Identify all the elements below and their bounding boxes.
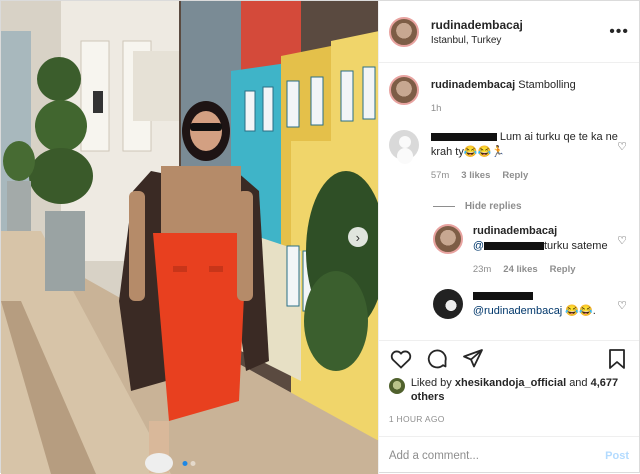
chevron-right-icon: › <box>355 229 360 245</box>
reply-button[interactable]: Reply <box>502 168 528 183</box>
next-image-button[interactable]: › <box>347 227 368 247</box>
heart-icon[interactable] <box>389 347 413 371</box>
redacted-username <box>430 133 497 142</box>
comments-list: rudinadembacaj Stambolling 1h Lum ai tur… <box>379 63 639 340</box>
reply: @rudinadembacaj 😂😂. ♡ <box>432 289 629 319</box>
reply-username[interactable]: rudinadembacaj <box>473 225 557 237</box>
liked-by: Liked by xhesikandoja_official and 4,677… <box>379 376 639 404</box>
comment-input[interactable] <box>388 449 589 462</box>
comment: Lum ai turku qe te ka ne krah ty😂😂🏃 57m … <box>388 130 629 183</box>
post-location[interactable]: Istanbul, Turkey <box>431 35 609 46</box>
caption-username[interactable]: rudinadembacaj <box>431 79 515 91</box>
action-bar <box>378 340 639 376</box>
avatar[interactable] <box>432 289 463 319</box>
post-header: rudinadembacaj Istanbul, Turkey ••• <box>378 1 639 63</box>
reply-meta: 23m 24 likes Reply <box>473 262 629 277</box>
comment-meta: 57m 3 likes Reply <box>431 168 629 183</box>
reply-body: @rudinadembacaj 😂😂. <box>472 289 629 319</box>
share-icon[interactable] <box>461 347 485 371</box>
reply: rudinadembacaj @ turku sateme 23m 24 like… <box>432 224 629 277</box>
reply-text: turku sateme <box>543 240 608 252</box>
post-author-meta: rudinadembacaj Istanbul, Turkey <box>431 18 609 46</box>
post-side-panel: rudinadembacaj Istanbul, Turkey ••• rudi… <box>377 1 639 474</box>
add-comment-bar: Post <box>378 436 639 474</box>
comment-icon[interactable] <box>425 347 449 371</box>
post-button[interactable]: Post <box>605 450 629 462</box>
caption-text: Stambolling <box>518 79 576 91</box>
post-dialog: › rudinadembacaj Istanbul, Turkey ••• ru… <box>0 0 640 474</box>
hide-replies-button[interactable]: Hide replies <box>432 201 629 212</box>
liked-by-text: Liked by xhesikandoja_official and 4,677… <box>411 376 629 404</box>
heart-icon[interactable]: ♡ <box>617 299 627 312</box>
post-photo[interactable]: › <box>1 1 378 474</box>
reply-mention[interactable]: @rudinadembacaj <box>473 305 562 317</box>
liked-by-and: and <box>569 377 588 389</box>
liked-by-prefix: Liked by <box>410 377 452 389</box>
post-time[interactable]: 1 HOUR AGO <box>379 404 639 436</box>
comment-likes[interactable]: 3 likes <box>461 168 490 183</box>
bookmark-icon[interactable] <box>605 347 629 371</box>
reply-likes[interactable]: 24 likes <box>503 262 537 277</box>
comment-time: 57m <box>430 170 450 181</box>
avatar[interactable] <box>388 16 419 47</box>
author-username[interactable]: rudinadembacaj <box>431 18 609 32</box>
reply-body: rudinadembacaj @ turku sateme 23m 24 like… <box>473 224 629 277</box>
caption-meta: 1h <box>431 101 629 116</box>
caption: rudinadembacaj Stambolling 1h <box>388 75 629 116</box>
caption-time: 1h <box>430 103 442 114</box>
avatar[interactable] <box>388 378 405 394</box>
avatar[interactable] <box>432 224 463 254</box>
photo-illustration <box>1 1 378 474</box>
hide-replies-label: Hide replies <box>464 201 522 212</box>
reply-text: 😂😂. <box>565 305 596 317</box>
redacted-username <box>472 292 533 301</box>
reply-mention[interactable]: @ <box>473 240 484 252</box>
heart-icon[interactable]: ♡ <box>617 140 627 153</box>
divider <box>432 206 455 207</box>
reply-button[interactable]: Reply <box>550 262 576 277</box>
carousel-indicator <box>182 461 196 466</box>
comment-body: Lum ai turku qe te ka ne krah ty😂😂🏃 57m … <box>430 130 629 183</box>
avatar[interactable] <box>388 75 419 105</box>
redacted-username <box>483 242 544 251</box>
heart-icon[interactable]: ♡ <box>617 234 627 247</box>
liked-by-username[interactable]: xhesikandoja_official <box>455 377 566 389</box>
avatar[interactable] <box>388 130 419 160</box>
reply-time: 23m <box>472 264 492 275</box>
caption-body: rudinadembacaj Stambolling 1h <box>431 78 629 116</box>
carousel-dot <box>182 461 188 466</box>
carousel-dot <box>190 461 196 466</box>
more-icon[interactable]: ••• <box>609 23 629 41</box>
